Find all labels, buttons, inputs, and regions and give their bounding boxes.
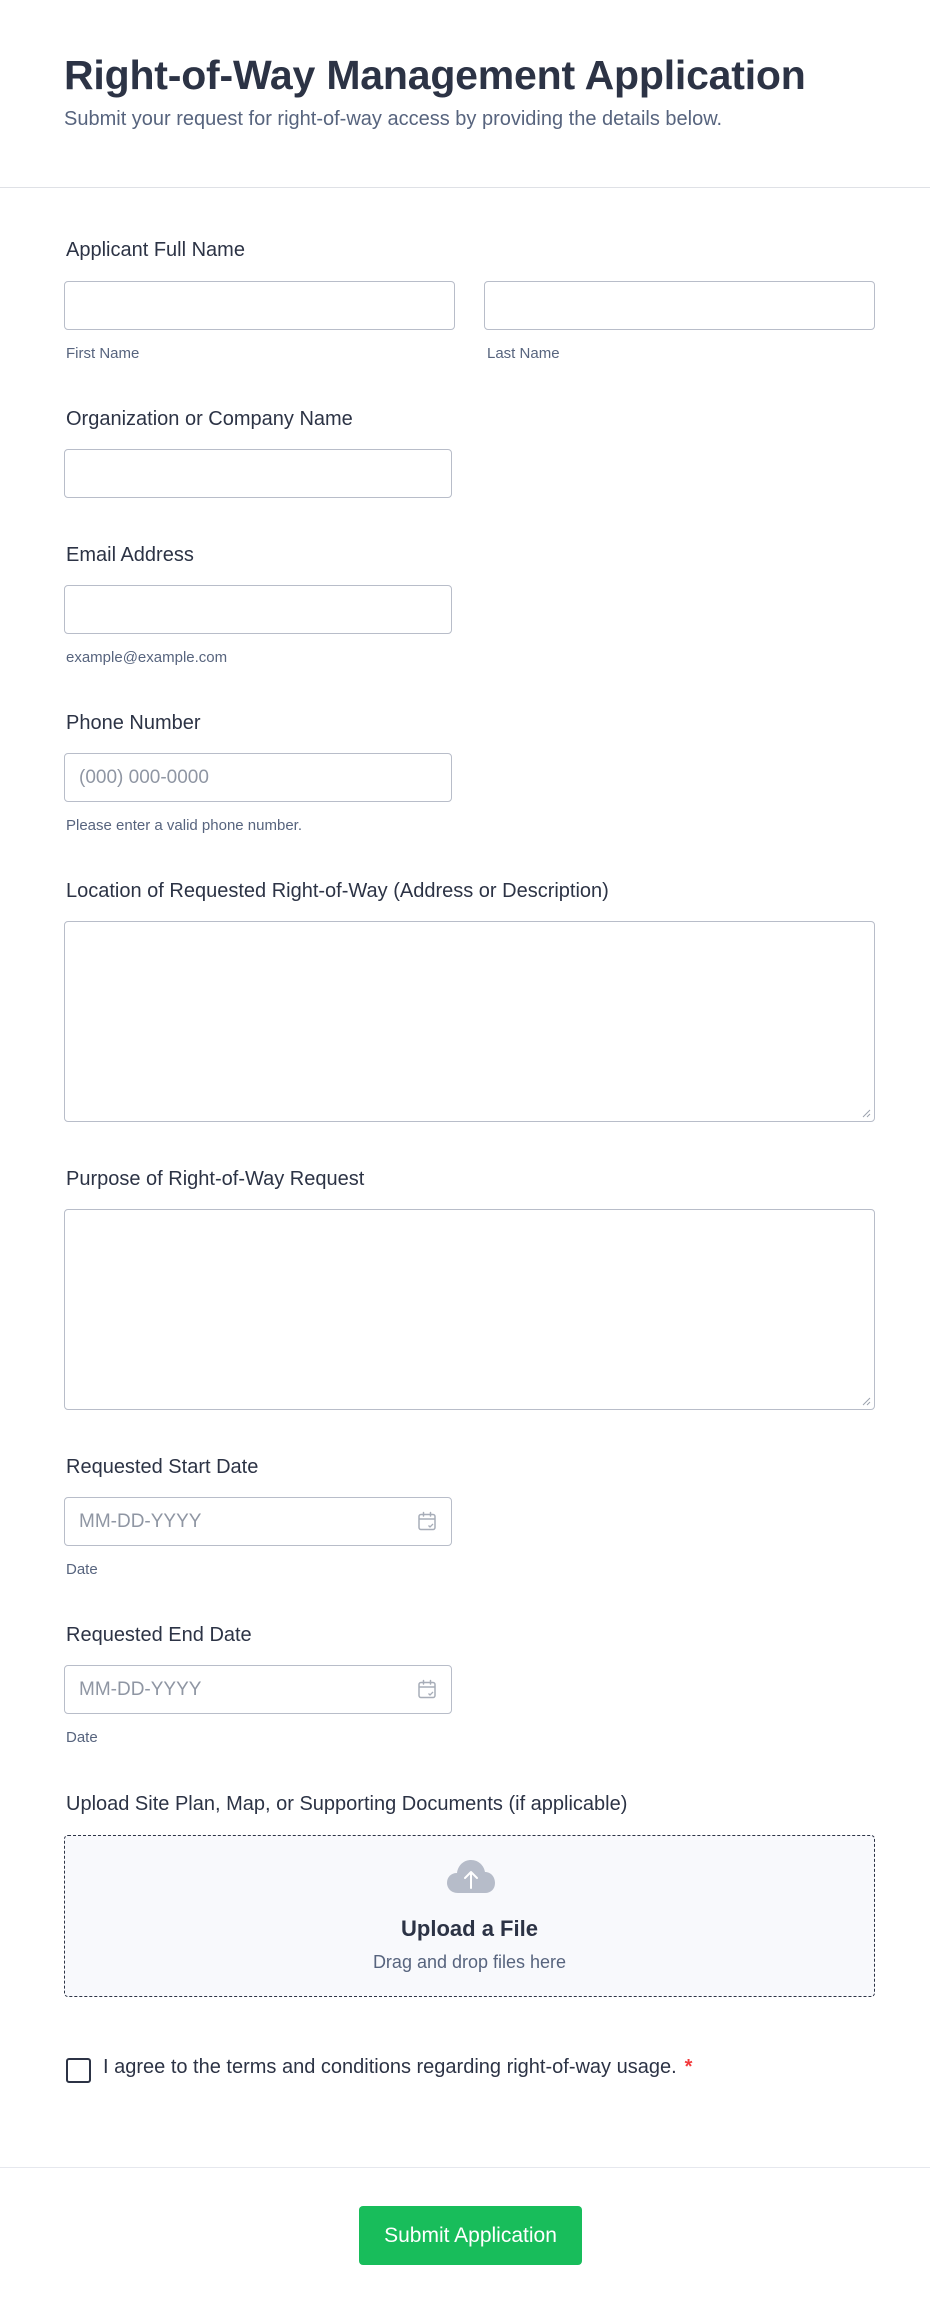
email-sublabel: example@example.com xyxy=(66,649,228,666)
page-subtitle: Submit your request for right-of-way acc… xyxy=(64,108,723,130)
phone-placeholder: (000) 000-0000 xyxy=(79,766,209,788)
phone-sublabel: Please enter a valid phone number. xyxy=(66,817,302,834)
end-date-placeholder: MM-DD-YYYY xyxy=(79,1678,202,1700)
end-date-input[interactable]: MM-DD-YYYY xyxy=(64,1665,452,1714)
location-textarea[interactable] xyxy=(64,921,875,1122)
first-name-sublabel: First Name xyxy=(66,345,140,362)
start-date-sublabel: Date xyxy=(66,1561,98,1578)
start-date-label: Requested Start Date xyxy=(66,1456,259,1478)
start-date-placeholder: MM-DD-YYYY xyxy=(79,1510,202,1532)
last-name-input[interactable] xyxy=(484,281,875,330)
last-name-sublabel: Last Name xyxy=(487,345,560,362)
phone-input[interactable]: (000) 000-0000 xyxy=(64,753,452,802)
calendar-icon[interactable] xyxy=(417,1511,437,1532)
terms-label-text: I agree to the terms and conditions rega… xyxy=(103,2056,677,2078)
upload-label: Upload Site Plan, Map, or Supporting Doc… xyxy=(66,1793,628,1815)
phone-label: Phone Number xyxy=(66,712,201,734)
organization-input[interactable] xyxy=(64,449,452,498)
submit-button[interactable]: Submit Application xyxy=(359,2206,582,2265)
terms-label[interactable]: I agree to the terms and conditions rega… xyxy=(103,2056,692,2079)
email-label: Email Address xyxy=(66,544,194,566)
first-name-input[interactable] xyxy=(64,281,455,330)
start-date-input[interactable]: MM-DD-YYYY xyxy=(64,1497,452,1546)
cloud-upload-icon xyxy=(447,1860,495,1893)
location-label: Location of Requested Right-of-Way (Addr… xyxy=(66,880,609,902)
page-title: Right-of-Way Management Application xyxy=(64,52,806,98)
terms-checkbox[interactable] xyxy=(66,2058,91,2083)
resize-handle-icon[interactable] xyxy=(861,1396,871,1406)
purpose-label: Purpose of Right-of-Way Request xyxy=(66,1168,365,1190)
calendar-icon[interactable] xyxy=(417,1679,437,1700)
file-upload-dropzone[interactable]: Upload a File Drag and drop files here xyxy=(64,1835,875,1997)
full-name-label: Applicant Full Name xyxy=(66,239,245,261)
end-date-label: Requested End Date xyxy=(66,1624,252,1646)
end-date-sublabel: Date xyxy=(66,1729,98,1746)
email-input[interactable] xyxy=(64,585,452,634)
required-asterisk: * xyxy=(684,2056,693,2078)
upload-subtitle: Drag and drop files here xyxy=(372,1952,567,1972)
form-header: Right-of-Way Management Application Subm… xyxy=(0,0,930,188)
purpose-textarea[interactable] xyxy=(64,1209,875,1410)
resize-handle-icon[interactable] xyxy=(861,1108,871,1118)
organization-label: Organization or Company Name xyxy=(66,408,353,430)
footer-divider xyxy=(0,2167,930,2168)
upload-title: Upload a File xyxy=(401,1916,538,1941)
